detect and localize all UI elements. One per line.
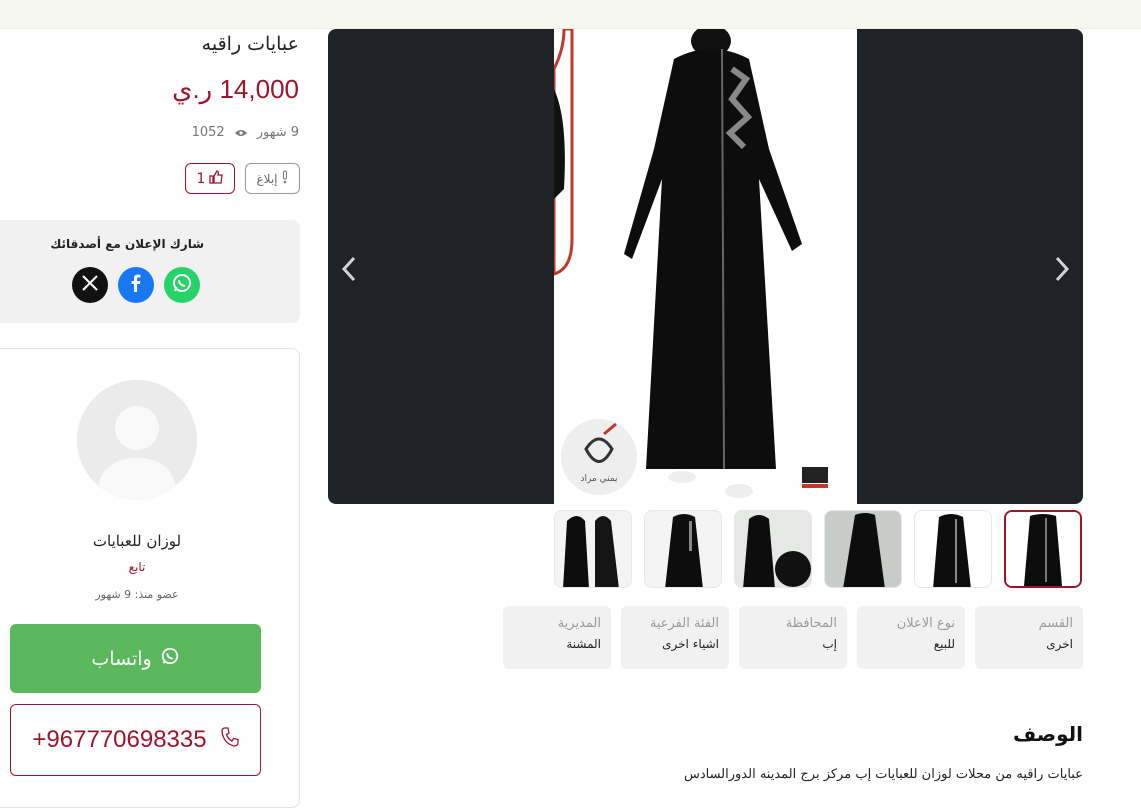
avatar <box>77 380 197 500</box>
phone-icon <box>220 726 239 754</box>
thumbnail[interactable] <box>734 510 812 588</box>
whatsapp-contact-button[interactable]: واتساب <box>10 624 261 693</box>
detail-label: نوع الاعلان <box>896 616 955 631</box>
thumbnail[interactable] <box>554 510 632 588</box>
detail-value: اشياء اخرى <box>662 637 719 651</box>
like-button[interactable]: 1 <box>185 163 235 194</box>
member-since: عضو منذ: 9 شهور <box>95 588 179 601</box>
gallery-prev-button[interactable] <box>334 254 364 284</box>
description-title: الوصف <box>1012 722 1083 746</box>
thumbnail-strip <box>554 510 1083 590</box>
whatsapp-label: واتساب <box>91 647 152 670</box>
listing-price: 14,000 ر.ي <box>172 74 299 104</box>
detail-card-subcategory: الفئة الفرعية اشياء اخرى <box>621 606 729 669</box>
phone-number: +967770698335 <box>32 726 207 753</box>
whatsapp-icon <box>160 646 180 671</box>
detail-value: اخرى <box>1046 637 1073 651</box>
report-button[interactable]: إبلاغ <box>245 163 300 194</box>
detail-value: إب <box>822 637 837 651</box>
detail-card-district: المديرية المشنة <box>503 606 611 669</box>
view-count: 1052 <box>191 125 225 140</box>
top-bar <box>0 0 1141 29</box>
follow-button[interactable]: تابع <box>0 560 283 574</box>
thumbnail[interactable] <box>914 510 992 588</box>
detail-card-category: القسم اخرى <box>975 606 1083 669</box>
detail-label: الفئة الفرعية <box>649 616 719 631</box>
thumbnail[interactable] <box>824 510 902 588</box>
x-share-button[interactable] <box>72 267 108 303</box>
detail-label: المحافظة <box>785 616 837 631</box>
facebook-icon <box>126 273 146 297</box>
share-title: شارك الإعلان مع أصدقائك <box>50 237 204 251</box>
listing-age: 9 شهور <box>256 125 299 140</box>
description-text: عبايات راقيه من محلات لوزان للعبايات إب … <box>683 767 1083 782</box>
listing-title: عبايات راقيه <box>201 33 299 55</box>
detail-value: المشنة <box>566 637 601 651</box>
call-button[interactable]: +967770698335 <box>10 704 261 776</box>
alert-icon <box>281 170 289 187</box>
x-icon <box>81 274 99 296</box>
detail-label: المديرية <box>557 616 601 631</box>
facebook-share-button[interactable] <box>118 267 154 303</box>
detail-value: للبيع <box>933 637 955 651</box>
detail-card-ad-type: نوع الاعلان للبيع <box>857 606 965 669</box>
whatsapp-share-button[interactable] <box>164 267 200 303</box>
main-photo: يمني مراد <box>554 29 857 504</box>
listing-meta: 9 شهور 1052 <box>192 125 299 140</box>
thumbnail[interactable] <box>644 510 722 588</box>
gallery-next-button[interactable] <box>1047 254 1077 284</box>
seller-name: لوزان للعبايات <box>92 532 182 550</box>
detail-card-governorate: المحافظة إب <box>739 606 847 669</box>
whatsapp-icon <box>171 272 193 298</box>
report-label: إبلاغ <box>256 171 278 186</box>
thumbs-up-icon <box>209 169 224 188</box>
eye-icon <box>234 126 247 140</box>
like-count: 1 <box>196 170 206 187</box>
share-panel: شارك الإعلان مع أصدقائك <box>0 220 300 323</box>
detail-label: القسم <box>1038 616 1073 631</box>
watermark-text: يمني مراد <box>580 474 618 484</box>
thumbnail-active[interactable] <box>1004 510 1082 588</box>
image-gallery[interactable]: يمني مراد <box>328 29 1083 504</box>
